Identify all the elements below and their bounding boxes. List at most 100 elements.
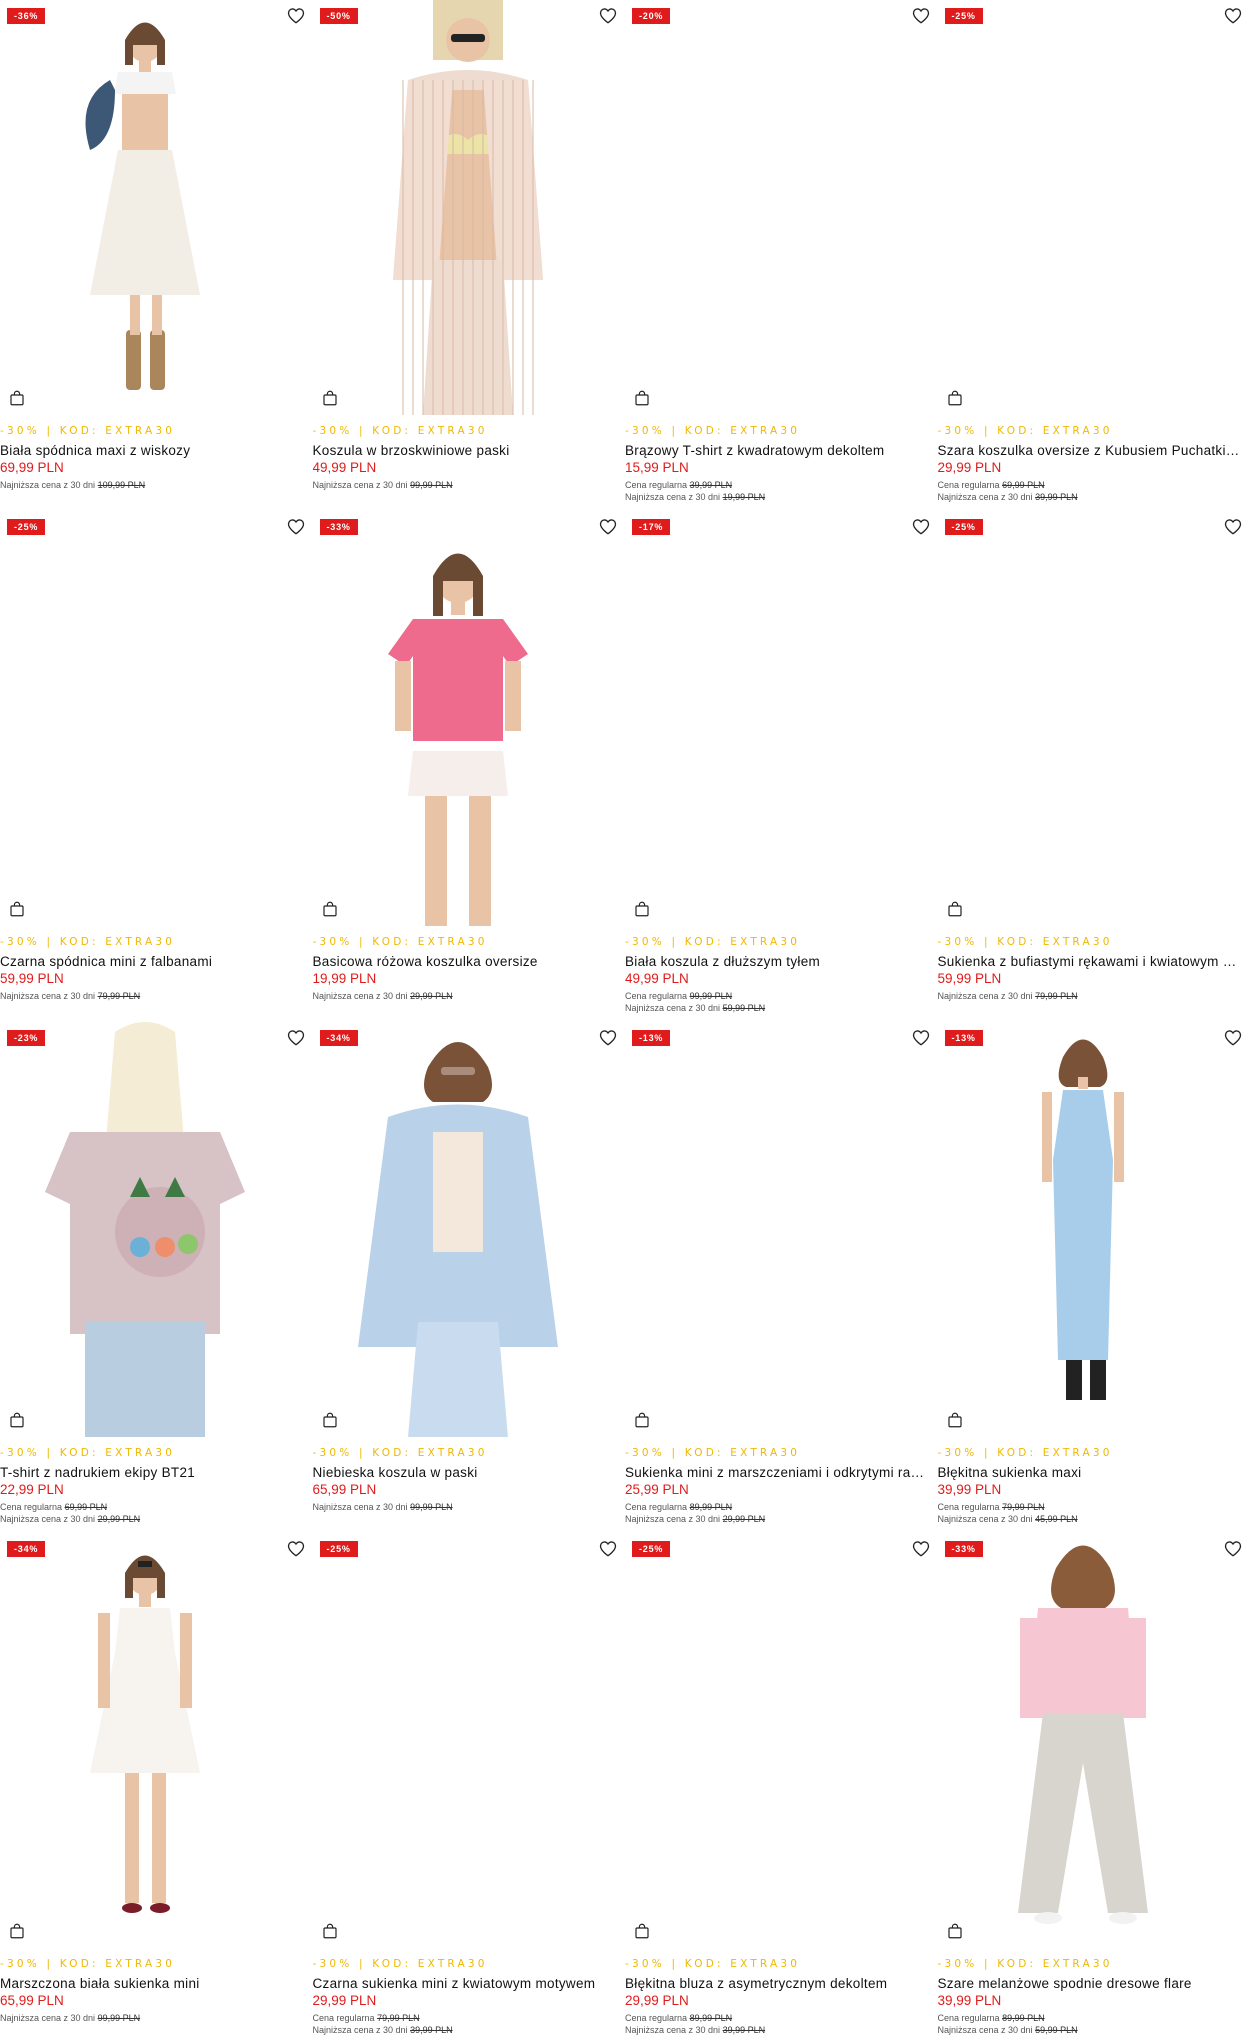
product-card[interactable]: -36%-30% | KOD: EXTRA30Biała spódnica ma… xyxy=(0,0,313,511)
product-card[interactable]: -34%-30% | KOD: EXTRA30Niebieska koszula… xyxy=(313,1022,626,1533)
product-card[interactable]: -25%-30% | KOD: EXTRA30Sukienka z bufias… xyxy=(938,511,1250,1022)
heart-icon[interactable] xyxy=(911,1028,931,1048)
product-price: 29,99 PLN xyxy=(313,1993,377,2008)
heart-icon[interactable] xyxy=(911,517,931,537)
heart-icon[interactable] xyxy=(286,1028,306,1048)
product-name[interactable]: Marszczona biała sukienka mini xyxy=(0,1976,305,1991)
shopping-bag-icon[interactable] xyxy=(8,900,26,918)
product-image[interactable] xyxy=(313,511,603,926)
product-name[interactable]: Brązowy T-shirt z kwadratowym dekoltem xyxy=(625,443,930,458)
product-image[interactable] xyxy=(0,1022,290,1437)
product-name[interactable]: Szare melanżowe spodnie dresowe flare xyxy=(938,1976,1243,1991)
product-card[interactable]: -33%-30% | KOD: EXTRA30Szare melanżowe s… xyxy=(938,1533,1250,2044)
product-price: 25,99 PLN xyxy=(625,1482,689,1497)
promo-code: -30% | KOD: EXTRA30 xyxy=(625,1447,800,1459)
shopping-bag-icon[interactable] xyxy=(321,389,339,407)
heart-icon[interactable] xyxy=(911,6,931,26)
shopping-bag-icon[interactable] xyxy=(946,1411,964,1429)
product-name[interactable]: Basicowa różowa koszulka oversize xyxy=(313,954,618,969)
product-name[interactable]: Sukienka z bufiastymi rękawami i kwiatow… xyxy=(938,954,1243,969)
product-card[interactable]: -33%-30% | KOD: EXTRA30Basicowa różowa k… xyxy=(313,511,626,1022)
product-card[interactable]: -25%-30% | KOD: EXTRA30Czarna sukienka m… xyxy=(313,1533,626,2044)
lowest-price-label: Najniższa cena z 30 dni xyxy=(938,2025,1033,2035)
product-image[interactable] xyxy=(0,0,290,415)
product-price: 19,99 PLN xyxy=(313,971,377,986)
product-image[interactable] xyxy=(0,511,290,926)
product-card[interactable]: -13%-30% | KOD: EXTRA30Błękitna sukienka… xyxy=(938,1022,1250,1533)
product-image[interactable] xyxy=(938,1533,1228,1948)
product-card[interactable]: -25%-30% | KOD: EXTRA30Czarna spódnica m… xyxy=(0,511,313,1022)
shopping-bag-icon[interactable] xyxy=(633,389,651,407)
regular-price: 89,99 PLN xyxy=(690,2013,733,2023)
regular-price-label: Cena regularna xyxy=(625,1502,687,1512)
product-image[interactable] xyxy=(938,511,1228,926)
price-history: Cena regularna 69,99 PLNNajniższa cena z… xyxy=(938,479,1078,503)
shopping-bag-icon[interactable] xyxy=(633,900,651,918)
shopping-bag-icon[interactable] xyxy=(946,389,964,407)
lowest-price-label: Najniższa cena z 30 dni xyxy=(313,480,408,490)
product-name[interactable]: Biała spódnica maxi z wiskozy xyxy=(0,443,305,458)
regular-price-label: Cena regularna xyxy=(625,991,687,1001)
shopping-bag-icon[interactable] xyxy=(8,389,26,407)
heart-icon[interactable] xyxy=(1223,517,1243,537)
shopping-bag-icon[interactable] xyxy=(633,1411,651,1429)
product-card[interactable]: -17%-30% | KOD: EXTRA30Biała koszula z d… xyxy=(625,511,938,1022)
shopping-bag-icon[interactable] xyxy=(321,1922,339,1940)
heart-icon[interactable] xyxy=(598,517,618,537)
heart-icon[interactable] xyxy=(286,517,306,537)
product-image[interactable] xyxy=(625,0,915,415)
promo-code: -30% | KOD: EXTRA30 xyxy=(313,1958,488,1970)
heart-icon[interactable] xyxy=(1223,1539,1243,1559)
product-name[interactable]: Szara koszulka oversize z Kubusiem Pucha… xyxy=(938,443,1243,458)
product-image[interactable] xyxy=(625,511,915,926)
product-card[interactable]: -13%-30% | KOD: EXTRA30Sukienka mini z m… xyxy=(625,1022,938,1533)
product-name[interactable]: Czarna sukienka mini z kwiatowym motywem xyxy=(313,1976,618,1991)
product-image[interactable] xyxy=(0,1533,290,1948)
price-history: Cena regularna 89,99 PLNNajniższa cena z… xyxy=(625,1501,765,1525)
product-image[interactable] xyxy=(313,1022,603,1437)
product-card[interactable]: -34%-30% | KOD: EXTRA30Marszczona biała … xyxy=(0,1533,313,2044)
shopping-bag-icon[interactable] xyxy=(321,900,339,918)
shopping-bag-icon[interactable] xyxy=(633,1922,651,1940)
product-image[interactable] xyxy=(313,1533,603,1948)
product-image[interactable] xyxy=(625,1022,915,1437)
product-card[interactable]: -50%-30% | KOD: EXTRA30Koszula w brzoskw… xyxy=(313,0,626,511)
lowest-price: 29,99 PLN xyxy=(723,1514,766,1524)
product-name[interactable]: Błękitna sukienka maxi xyxy=(938,1465,1243,1480)
product-card[interactable]: -23%-30% | KOD: EXTRA30T-shirt z nadruki… xyxy=(0,1022,313,1533)
product-name[interactable]: Błękitna bluza z asymetrycznym dekoltem xyxy=(625,1976,930,1991)
lowest-price-line: Najniższa cena z 30 dni 99,99 PLN xyxy=(313,479,453,491)
lowest-price-label: Najniższa cena z 30 dni xyxy=(938,1514,1033,1524)
regular-price: 69,99 PLN xyxy=(1002,480,1045,490)
product-name[interactable]: Biała koszula z dłuższym tyłem xyxy=(625,954,930,969)
product-name[interactable]: Koszula w brzoskwiniowe paski xyxy=(313,443,618,458)
shopping-bag-icon[interactable] xyxy=(8,1411,26,1429)
lowest-price-label: Najniższa cena z 30 dni xyxy=(938,492,1033,502)
shopping-bag-icon[interactable] xyxy=(8,1922,26,1940)
product-card[interactable]: -25%-30% | KOD: EXTRA30Szara koszulka ov… xyxy=(938,0,1250,511)
lowest-price: 45,99 PLN xyxy=(1035,1514,1078,1524)
shopping-bag-icon[interactable] xyxy=(946,900,964,918)
heart-icon[interactable] xyxy=(1223,6,1243,26)
regular-price-label: Cena regularna xyxy=(313,2013,375,2023)
product-image[interactable] xyxy=(938,0,1228,415)
promo-code: -30% | KOD: EXTRA30 xyxy=(313,1447,488,1459)
product-image[interactable] xyxy=(313,0,603,415)
product-name[interactable]: T-shirt z nadrukiem ekipy BT21 xyxy=(0,1465,305,1480)
heart-icon[interactable] xyxy=(598,1539,618,1559)
heart-icon[interactable] xyxy=(911,1539,931,1559)
shopping-bag-icon[interactable] xyxy=(321,1411,339,1429)
product-image[interactable] xyxy=(938,1022,1228,1437)
shopping-bag-icon[interactable] xyxy=(946,1922,964,1940)
product-card[interactable]: -25%-30% | KOD: EXTRA30Błękitna bluza z … xyxy=(625,1533,938,2044)
heart-icon[interactable] xyxy=(598,1028,618,1048)
heart-icon[interactable] xyxy=(286,1539,306,1559)
heart-icon[interactable] xyxy=(286,6,306,26)
product-name[interactable]: Sukienka mini z marszczeniami i odkrytym… xyxy=(625,1465,930,1480)
product-name[interactable]: Czarna spódnica mini z falbanami xyxy=(0,954,305,969)
product-image[interactable] xyxy=(625,1533,915,1948)
product-card[interactable]: -20%-30% | KOD: EXTRA30Brązowy T-shirt z… xyxy=(625,0,938,511)
heart-icon[interactable] xyxy=(1223,1028,1243,1048)
heart-icon[interactable] xyxy=(598,6,618,26)
product-name[interactable]: Niebieska koszula w paski xyxy=(313,1465,618,1480)
